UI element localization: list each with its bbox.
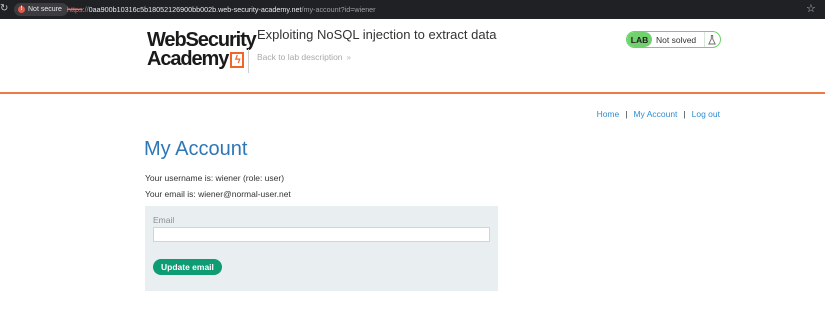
security-indicator[interactable]: ! Not secure [14, 3, 68, 16]
logo-text-line2-wrapper: Academy ϟ [147, 48, 247, 70]
page-title: My Account [144, 138, 248, 160]
warning-icon: ! [18, 6, 25, 13]
back-to-lab-link[interactable]: Back to lab description» [257, 52, 352, 62]
url-host: 0aa900b10316c5b18052126900bb002b.web-sec… [88, 5, 302, 14]
academy-logo[interactable]: WebSecurity Academy ϟ [147, 30, 257, 70]
nav-separator: | [683, 109, 686, 119]
update-email-button[interactable]: Update email [153, 259, 222, 275]
email-field-label: Email [153, 215, 175, 225]
browser-toolbar: ↻ ! Not secure https://0aa900b10316c5b18… [0, 0, 825, 19]
url-scheme: https [67, 5, 83, 14]
nav-home-link[interactable]: Home [597, 109, 620, 119]
address-bar[interactable]: https://0aa900b10316c5b18052126900bb002b… [67, 4, 376, 15]
lightning-bolt-icon: ϟ [230, 51, 245, 68]
back-link-label: Back to lab description [257, 52, 343, 62]
nav-separator: | [625, 109, 628, 119]
reload-icon[interactable]: ↻ [0, 3, 8, 15]
change-email-form: Email Update email [145, 206, 498, 291]
header-accent-line [0, 92, 825, 94]
security-label: Not secure [28, 6, 62, 13]
email-info: Your email is: wiener@normal-user.net [145, 189, 291, 199]
lab-status-text: Not solved [656, 34, 697, 45]
lab-status-badge: LAB Not solved [626, 31, 721, 48]
email-field[interactable] [153, 227, 490, 242]
bookmark-star-icon[interactable]: ☆ [806, 2, 816, 16]
nav-log-out-link[interactable]: Log out [692, 109, 720, 119]
double-chevron-right-icon: » [346, 53, 352, 62]
nav-my-account-link[interactable]: My Account [633, 109, 677, 119]
logo-text-line2: Academy [147, 48, 229, 70]
account-nav: Home | My Account | Log out [597, 109, 720, 119]
username-info: Your username is: wiener (role: user) [145, 173, 285, 183]
header-divider [248, 49, 249, 73]
lab-pill: LAB [627, 32, 652, 47]
flask-icon [704, 32, 719, 47]
lab-title: Exploiting NoSQL injection to extract da… [257, 27, 497, 42]
url-path: /my-account?id=wiener [301, 5, 376, 14]
